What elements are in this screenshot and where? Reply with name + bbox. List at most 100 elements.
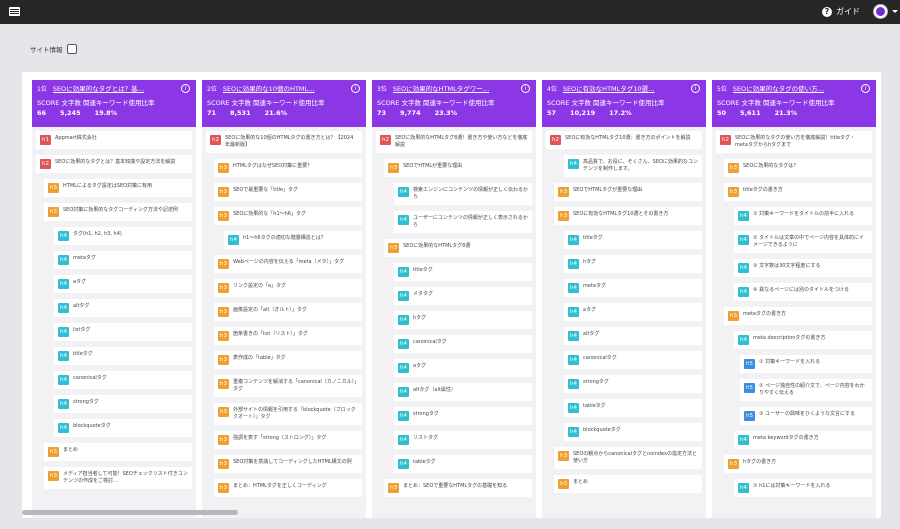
heading-item[interactable]: h4 canonicalタグ [54, 371, 192, 389]
article-title-link[interactable]: SEOに効果的なタグとは？基… [53, 83, 171, 93]
heading-item[interactable]: h3 まとめ：SEOで重要なHTMLタグの基礎を知る [384, 479, 532, 497]
heading-item[interactable]: h3 SEOに効果的なHTMLタグ8選 [384, 239, 532, 257]
heading-text: strongタグ [583, 379, 609, 385]
heading-item[interactable]: h4 ② タイトルは文章の中でページ内容を具体的にイメージできるように [734, 231, 872, 253]
heading-item[interactable]: h5 ① 対策キーワードを入れる [740, 355, 872, 373]
heading-item[interactable]: h3 SEOでHTMLが重要な理由 [384, 159, 532, 177]
heading-item[interactable]: h3 SEO対策に効果的なタグコーディング方法や記述例 [44, 203, 192, 221]
heading-item[interactable]: h3 強調を表す「strong（ストロング）」タグ [214, 431, 362, 449]
heading-item[interactable]: h2 SEOに有効なHTMLタグ10選：書き方のポイントを解説 [546, 131, 702, 149]
heading-item[interactable]: h4 metaタグ [54, 251, 192, 269]
chevron-down-icon[interactable] [892, 10, 898, 13]
heading-item[interactable]: h5 ③ ユーザーの興味をひくような文言にする [740, 407, 872, 425]
heading-item[interactable]: h4 ① h1には対策キーワードを入れる [734, 479, 872, 497]
heading-item[interactable]: h4 canonicalタグ [394, 335, 532, 353]
heading-item[interactable]: h4 メタタグ [394, 287, 532, 305]
heading-item[interactable]: h2 SEOに効果的なHTMLタグ8選！書き方や使い方などを徹底解説 [376, 131, 532, 153]
heading-item[interactable]: h3 重複コンテンツを解消する「canonical（カノニカル）」タグ [214, 375, 362, 397]
heading-item[interactable]: h3 SEOに効果的な「h1〜h6」タグ [214, 207, 362, 225]
heading-item[interactable]: h3 外部サイトの情報を引用する「blockquote（ブロッククオート）」タグ [214, 403, 362, 425]
heading-item[interactable]: h4 aタグ [394, 359, 532, 377]
heading-text: ユーザーにコンテンツの情報が正しく表示されるから [413, 215, 528, 228]
heading-item[interactable]: h4 ③ 文字数は30文字程度にする [734, 259, 872, 277]
site-info-toggle[interactable]: サイト情報 [30, 44, 77, 54]
heading-item[interactable]: h4 ① 対策キーワードをタイトルの前半に入れる [734, 207, 872, 225]
heading-item[interactable]: h4 高品質で、お役に、そくさん、SEOに効果的なコンテンツを制作します。 [564, 155, 702, 177]
heading-item[interactable]: h4 blockquoteタグ [564, 423, 702, 441]
heading-item[interactable]: h4 altタグ [564, 327, 702, 345]
heading-item[interactable]: h4 h1〜h6タグの適切な階層構造とは？ [224, 231, 362, 249]
heading-item[interactable]: h3 SEOに有効なHTMLタグ10選とその書き方 [554, 207, 702, 225]
heading-item[interactable]: h4 canonicalタグ [564, 351, 702, 369]
heading-item[interactable]: h3 まとめ：HTMLタグを正しくコーディング [214, 479, 362, 497]
heading-item[interactable]: h3 metaタグの書き方 [724, 307, 872, 325]
heading-item[interactable]: h3 SEOで最重要な「title」タグ [214, 183, 362, 201]
heading-item[interactable]: h4 listタグ [54, 323, 192, 341]
heading-item[interactable]: h4 hタグ [564, 255, 702, 273]
heading-item[interactable]: h3 hタグの書き方 [724, 455, 872, 473]
article-title-link[interactable]: SEOに効果的なタグの使い方… [733, 83, 851, 93]
heading-item[interactable]: h4 strongタグ [564, 375, 702, 393]
menu-icon[interactable] [9, 7, 20, 16]
heading-item[interactable]: h3 まとめ [554, 475, 702, 493]
heading-item[interactable]: h4 tableタグ [394, 455, 532, 473]
info-icon[interactable]: i [351, 84, 360, 93]
heading-item[interactable]: h3 メディア担当者して可能！SEOチェックリスト付きコンテンツの作成をご検討… [44, 467, 192, 489]
info-icon[interactable]: i [521, 84, 530, 93]
heading-item[interactable]: h3 titleタグの書き方 [724, 183, 872, 201]
heading-item[interactable]: h3 SEO対策を意識してコーディングしたHTML構文の例 [214, 455, 362, 473]
heading-item[interactable]: h4 metaタグ [564, 279, 702, 297]
heading-list: h2 SEOに効果的なHTMLタグ8選！書き方や使い方などを徹底解説 h3 SEOでH… [372, 127, 536, 507]
heading-level-badge: h4 [58, 327, 69, 337]
heading-item[interactable]: h3 まとめ [44, 443, 192, 461]
info-icon[interactable]: i [181, 84, 190, 93]
heading-item[interactable]: h4 titleタグ [394, 263, 532, 281]
article-title-link[interactable]: SEOに有効なHTMLタグ10選… [563, 83, 681, 93]
heading-item[interactable]: h4 altタグ（alt属性） [394, 383, 532, 401]
heading-item[interactable]: h1 Appmart株式会社 [36, 131, 192, 149]
heading-item[interactable]: h2 SEOに効果的なタグの使い方を徹底解説！titleタグ・metaタグからhタ… [716, 131, 872, 153]
site-info-checkbox[interactable] [66, 44, 77, 54]
heading-item[interactable]: h3 Webページの内容を伝える「meta（メタ）」タグ [214, 255, 362, 273]
heading-item[interactable]: h3 表作成の「table」タグ [214, 351, 362, 369]
horizontal-scrollbar[interactable] [22, 510, 238, 515]
heading-item[interactable]: h4 aタグ [564, 303, 702, 321]
guide-button[interactable]: ? ガイド [822, 6, 860, 17]
heading-item[interactable]: h4 blockquoteタグ [54, 419, 192, 437]
heading-item[interactable]: h3 SEOの観点からcanonicalタグとnoindexの指定方法と使い方 [554, 447, 702, 469]
heading-item[interactable]: h2 SEOに効果的な10個のHTMLタグの書き方とは？【2024年最新版】 [206, 131, 362, 153]
article-title-link[interactable]: SEOに効果的なHTMLタグワー… [393, 83, 511, 93]
heading-item[interactable]: h4 titleタグ [564, 231, 702, 249]
info-icon[interactable]: i [691, 84, 700, 93]
heading-item[interactable]: h3 HTMLタグはなぜSEO対策に重要？ [214, 159, 362, 177]
heading-item[interactable]: h3 リンク設定の「a」タグ [214, 279, 362, 297]
heading-item[interactable]: h4 titleタグ [54, 347, 192, 365]
heading-item[interactable]: h4 aタグ [54, 275, 192, 293]
heading-item[interactable]: h4 リストタグ [394, 431, 532, 449]
info-icon[interactable]: i [861, 84, 870, 93]
heading-item[interactable]: h4 meta descriptionタグの書き方 [734, 331, 872, 349]
heading-item[interactable]: h4 strongタグ [394, 407, 532, 425]
heading-item[interactable]: h4 ④ 異なるページには別のタイトルをつける [734, 283, 872, 301]
heading-item[interactable]: h4 strongタグ [54, 395, 192, 413]
heading-item[interactable]: h3 画像設定の「alt（オルト）」タグ [214, 303, 362, 321]
article-title-link[interactable]: SEOに効果的な10個のHTML… [223, 83, 341, 93]
heading-level-badge: h3 [728, 187, 739, 197]
heading-item[interactable]: h4 hタグ [394, 311, 532, 329]
heading-item[interactable]: h3 SEOでHTMLタグが重要な理由 [554, 183, 702, 201]
heading-item[interactable]: h4 タグ(h1, h2, h3, h4) [54, 227, 192, 245]
heading-item[interactable]: h3 箇条書きの「list（リスト）」タグ [214, 327, 362, 345]
heading-item[interactable]: h3 HTMLによるタグ設定はSEO対策に有用 [44, 179, 192, 197]
heading-level-badge: h4 [58, 351, 69, 361]
heading-item[interactable]: h5 ② ページ独自性の紹介文で、ページ内容をわかりやすく伝える [740, 379, 872, 401]
heading-item[interactable]: h4 tableタグ [564, 399, 702, 417]
avatar[interactable] [873, 4, 888, 19]
heading-item[interactable]: h2 SEOに効果的なタグとは？基本知識や設定方法を解説 [36, 155, 192, 173]
heading-item[interactable]: h3 SEOに効果的なタグは？ [724, 159, 872, 177]
heading-text: hタグ [583, 259, 597, 265]
heading-item[interactable]: h4 altタグ [54, 299, 192, 317]
heading-level-badge: h4 [568, 235, 579, 245]
heading-item[interactable]: h4 検索エンジンにコンテンツの情報が正しく伝わるから [394, 183, 532, 205]
heading-item[interactable]: h4 meta keywordタグの書き方 [734, 431, 872, 449]
heading-item[interactable]: h4 ユーザーにコンテンツの情報が正しく表示されるから [394, 211, 532, 233]
